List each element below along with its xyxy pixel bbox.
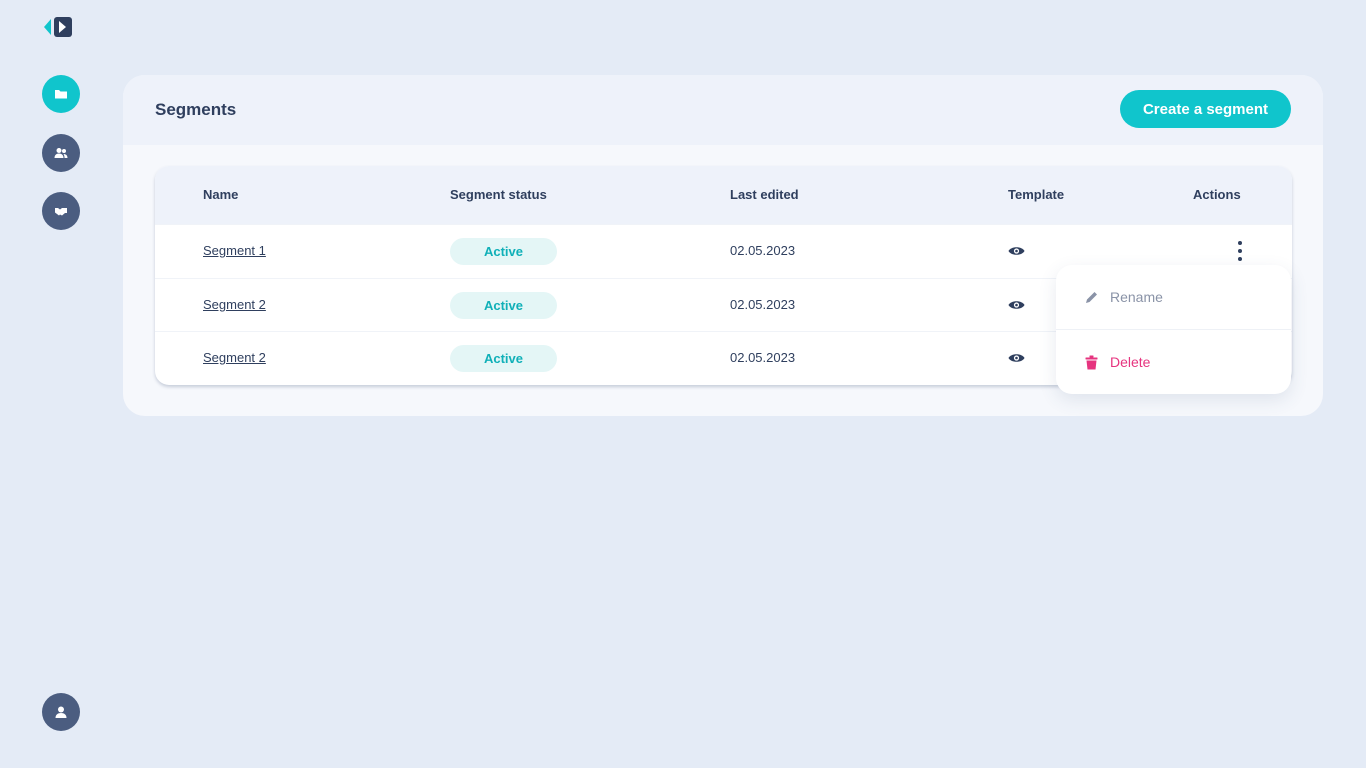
pencil-icon [1086,291,1097,303]
eye-icon[interactable] [1008,245,1025,257]
segment-name-link[interactable]: Segment 1 [203,243,266,258]
kebab-dot [1238,249,1242,253]
handshake-icon [55,208,67,216]
user-icon [55,706,67,718]
delete-menu-item[interactable]: Delete [1056,330,1291,394]
status-badge: Active [450,345,557,372]
last-edited-date: 02.05.2023 [730,350,796,365]
eye-icon[interactable] [1008,352,1025,364]
delete-label: Delete [1110,354,1151,370]
sidebar-item-users[interactable] [42,134,80,172]
sidebar-item-segments[interactable] [42,75,80,113]
status-badge: Active [450,292,557,319]
column-header-name[interactable]: Name [203,187,238,202]
column-header-actions: Actions [1193,187,1241,202]
kebab-dot [1238,257,1242,261]
segment-name-link[interactable]: Segment 2 [203,297,266,312]
rename-label: Rename [1110,289,1163,305]
column-header-last-edited[interactable]: Last edited [730,187,799,202]
kebab-dot [1238,241,1242,245]
row-actions-dropdown: Rename Delete [1056,265,1291,394]
trash-icon [1085,355,1098,369]
last-edited-date: 02.05.2023 [730,243,796,258]
row-actions-menu-button[interactable] [1236,241,1244,261]
page-title: Segments [155,100,237,119]
eye-icon[interactable] [1008,299,1025,311]
sidebar-item-partners[interactable] [42,192,80,230]
panel-header: Segments Create a segment [123,75,1323,145]
column-header-status[interactable]: Segment status [450,187,547,202]
users-icon [54,148,68,158]
column-header-template: Template [1008,187,1065,202]
status-badge: Active [450,238,557,265]
folder-icon [55,90,67,99]
profile-button[interactable] [42,693,80,731]
last-edited-date: 02.05.2023 [730,297,796,312]
rename-menu-item[interactable]: Rename [1056,265,1291,329]
brand-logo-icon[interactable] [42,16,74,38]
segment-name-link[interactable]: Segment 2 [203,350,266,365]
table-header: Name Segment status Last edited Template… [155,166,1292,224]
create-segment-button[interactable]: Create a segment [1120,90,1291,128]
